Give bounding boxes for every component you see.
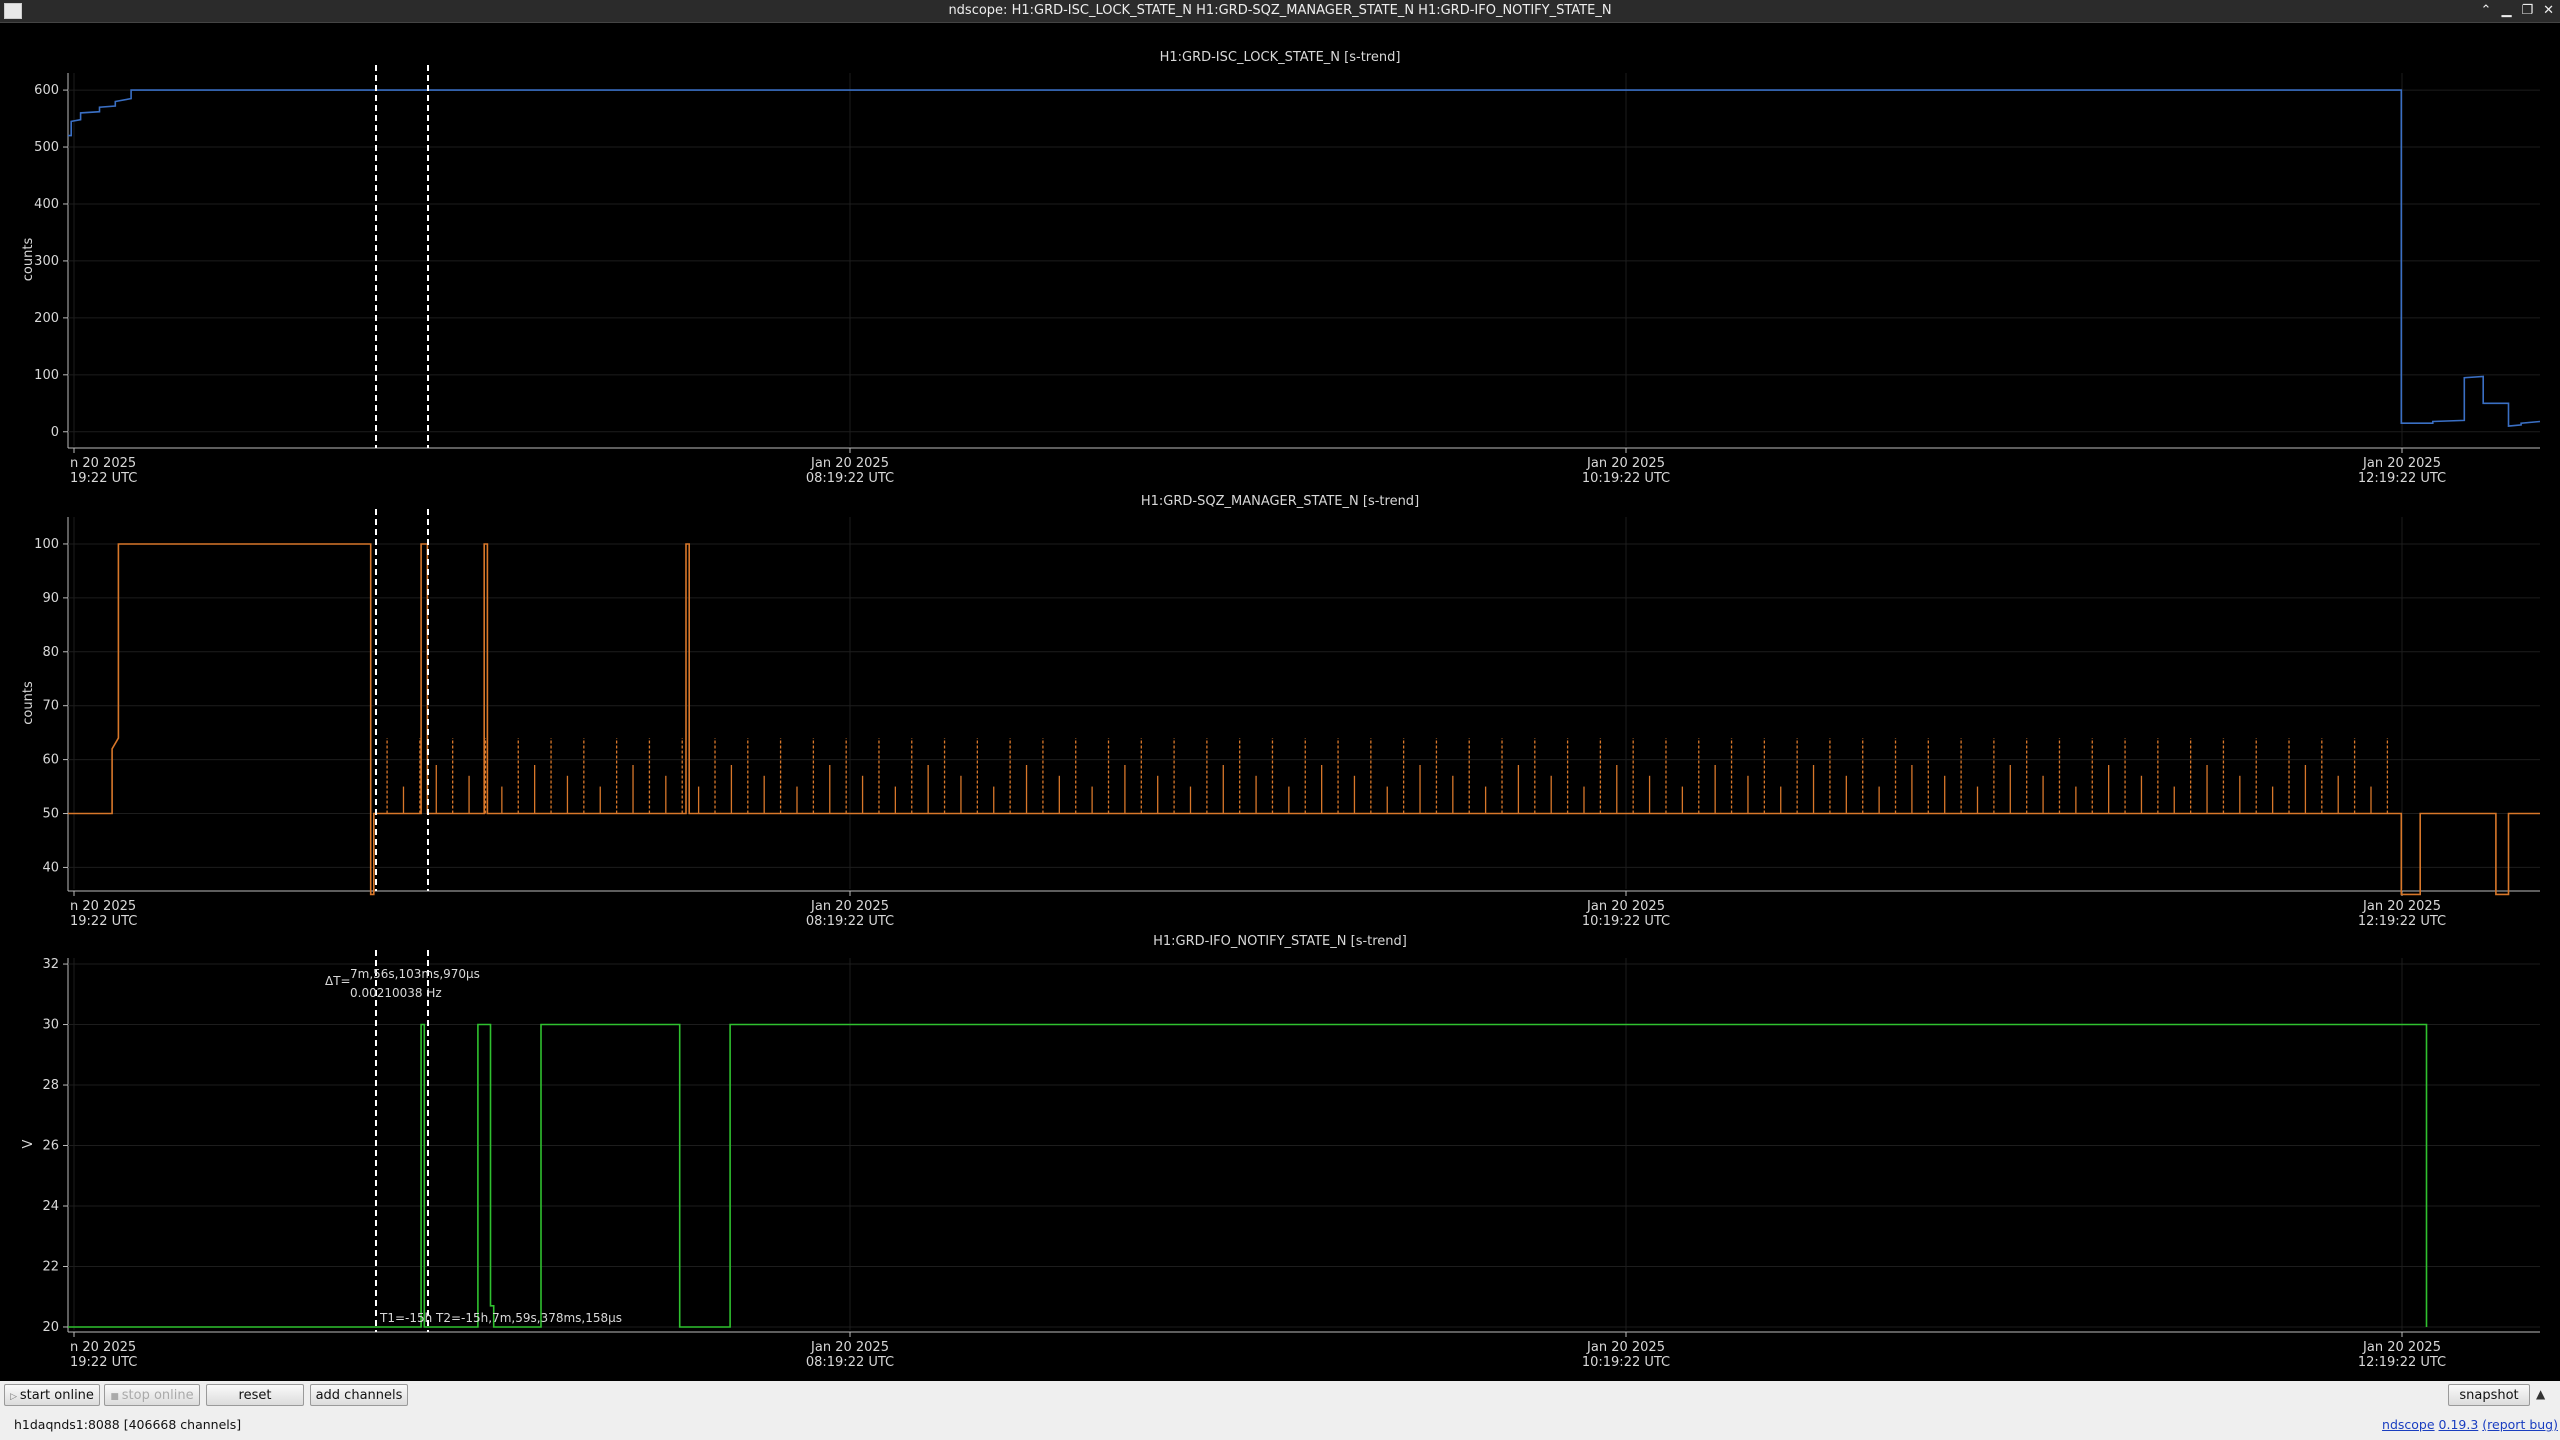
delta-t-value: 7m,56s,103ms,970µs [350, 967, 480, 981]
x-tick-label: Jan 20 2025 [810, 456, 889, 471]
x-tick-label: Jan 20 2025 [2362, 456, 2441, 471]
x-tick-label: n 20 2025 [70, 456, 136, 471]
x-tick-label: Jan 20 2025 [810, 1340, 889, 1355]
x-tick-label: Jan 20 2025 [1586, 456, 1665, 471]
window-title: ndscope: H1:GRD-ISC_LOCK_STATE_N H1:GRD-… [948, 3, 1612, 18]
window-controls: ⌃ ▁ ❐ ✕ [2481, 0, 2554, 22]
y-tick-label: 22 [42, 1259, 59, 1274]
play-icon: ▷ [10, 1392, 20, 1402]
y-tick-label: 90 [42, 591, 59, 606]
y-tick-label: 20 [42, 1320, 59, 1335]
version-info: ndscope 0.19.3 (report bug) [2382, 1417, 2558, 1432]
app-icon [4, 3, 22, 19]
snapshot-button[interactable]: snapshot [2448, 1384, 2530, 1406]
delta-freq-value: 0.00210038 Hz [350, 986, 442, 1000]
x-tick-label: Jan 20 2025 [1586, 1340, 1665, 1355]
series-line [68, 543, 2540, 896]
y-tick-label: 300 [34, 254, 59, 269]
stop-icon: ■ [110, 1392, 122, 1402]
x-tick-label: 08:19:22 UTC [806, 914, 894, 929]
minimize-button[interactable]: ▁ [2501, 0, 2511, 22]
plot-title: H1:GRD-SQZ_MANAGER_STATE_N [s-trend] [1141, 494, 1419, 509]
x-tick-label: 19:22 UTC [70, 471, 137, 486]
plot-area[interactable]: H1:GRD-ISC_LOCK_STATE_N [s-trend] counts 0… [0, 23, 2560, 1378]
series-line [68, 89, 2541, 427]
bottom-toolbar: ▷ start online ■ stop online reset add c… [0, 1381, 2560, 1440]
x-tick-label: Jan 20 2025 [2362, 1340, 2441, 1355]
x-tick-label: 12:19:22 UTC [2358, 914, 2446, 929]
y-tick-label: 600 [34, 83, 59, 98]
x-tick-label: 10:19:22 UTC [1582, 1355, 1670, 1370]
version-link[interactable]: 0.19.3 [2439, 1417, 2479, 1432]
x-tick-label: 12:19:22 UTC [2358, 471, 2446, 486]
y-tick-label: 26 [42, 1139, 59, 1154]
y-tick-label: 0 [51, 425, 59, 440]
cursor-time-labels: T1=-15h T2=-15h,7m,59s,378ms,158µs [379, 1311, 622, 1325]
window-titlebar: ndscope: H1:GRD-ISC_LOCK_STATE_N H1:GRD-… [0, 0, 2560, 23]
y-tick-label: 40 [42, 860, 59, 875]
plot-title: H1:GRD-ISC_LOCK_STATE_N [s-trend] [1160, 50, 1401, 65]
x-tick-label: Jan 20 2025 [2362, 899, 2441, 914]
expand-icon[interactable]: ▲ [2536, 1387, 2545, 1401]
start-online-label: start online [19, 1388, 94, 1403]
series-line [68, 1023, 2428, 1328]
delta-t-label: ΔT= [325, 974, 351, 988]
reset-button[interactable]: reset [206, 1384, 304, 1406]
stop-online-label: stop online [121, 1388, 194, 1403]
y-tick-label: 500 [34, 140, 59, 155]
x-tick-label: 19:22 UTC [70, 914, 137, 929]
x-tick-label: n 20 2025 [70, 899, 136, 914]
y-tick-label: 80 [42, 645, 59, 660]
x-tick-label: 08:19:22 UTC [806, 1355, 894, 1370]
x-tick-label: Jan 20 2025 [810, 899, 889, 914]
start-online-button[interactable]: ▷ start online [4, 1384, 100, 1406]
x-tick-label: n 20 2025 [70, 1340, 136, 1355]
plots-svg[interactable]: H1:GRD-ISC_LOCK_STATE_N [s-trend] counts 0… [0, 23, 2560, 1378]
app-link[interactable]: ndscope [2382, 1417, 2435, 1432]
x-tick-label: 08:19:22 UTC [806, 471, 894, 486]
y-tick-label: 200 [34, 311, 59, 326]
x-tick-label: 10:19:22 UTC [1582, 914, 1670, 929]
stop-online-button[interactable]: ■ stop online [104, 1384, 200, 1406]
y-tick-label: 32 [42, 957, 59, 972]
y-tick-label: 400 [34, 197, 59, 212]
y-tick-label: 70 [42, 699, 59, 714]
x-tick-label: Jan 20 2025 [1586, 899, 1665, 914]
y-tick-label: 100 [34, 537, 59, 552]
y-tick-label: 60 [42, 753, 59, 768]
close-button[interactable]: ✕ [2543, 0, 2554, 22]
shade-button[interactable]: ⌃ [2481, 0, 2492, 22]
y-tick-label: 30 [42, 1018, 59, 1033]
plot-title: H1:GRD-IFO_NOTIFY_STATE_N [s-trend] [1153, 934, 1407, 949]
y-tick-label: 50 [42, 807, 59, 822]
server-status: h1daqnds1:8088 [406668 channels] [14, 1417, 242, 1432]
report-bug-link[interactable]: (report bug) [2482, 1417, 2558, 1432]
x-tick-label: 12:19:22 UTC [2358, 1355, 2446, 1370]
maximize-button[interactable]: ❐ [2521, 0, 2533, 22]
y-axis-label: counts [21, 681, 36, 725]
y-tick-label: 28 [42, 1078, 59, 1093]
y-tick-label: 100 [34, 368, 59, 383]
x-tick-label: 19:22 UTC [70, 1355, 137, 1370]
add-channels-button[interactable]: add channels [310, 1384, 408, 1406]
y-tick-label: 24 [42, 1199, 59, 1214]
x-tick-label: 10:19:22 UTC [1582, 471, 1670, 486]
y-axis-label: V [21, 1139, 36, 1148]
